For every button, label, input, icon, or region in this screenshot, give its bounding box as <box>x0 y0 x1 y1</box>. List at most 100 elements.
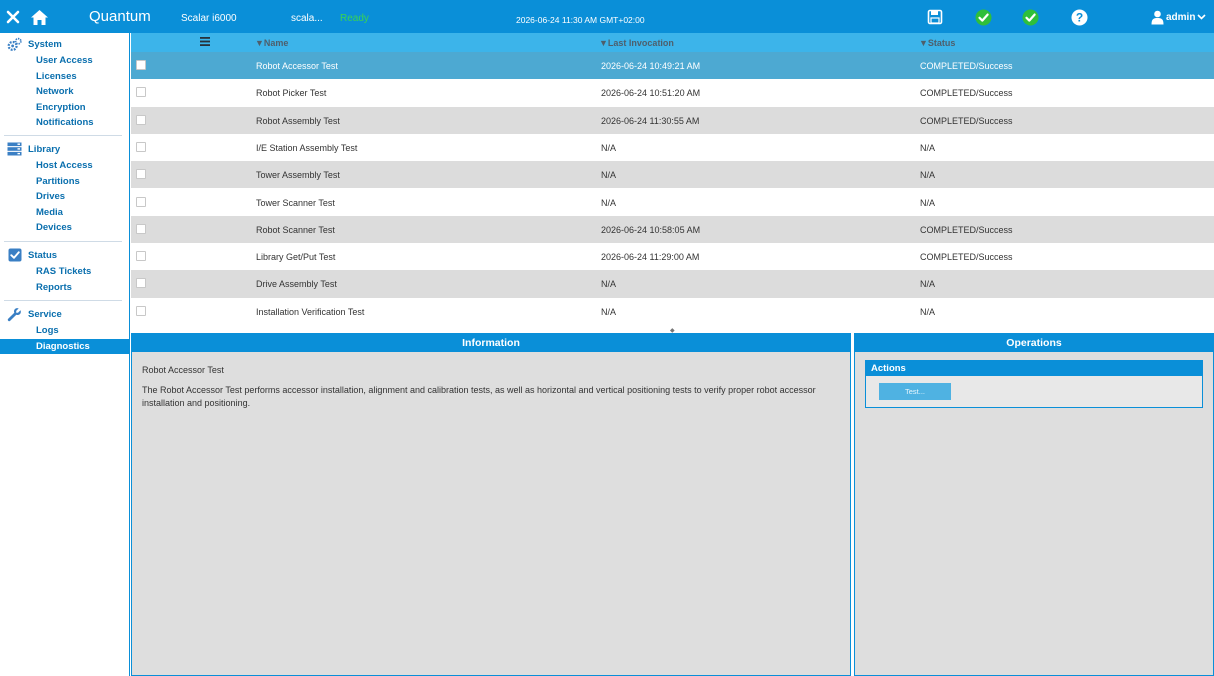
actions-group: Actions Test... <box>865 360 1203 408</box>
panel-splitter[interactable]: ◆ <box>131 326 1214 334</box>
table-header: ▼Name ▼Last Invocation ▼Status <box>131 33 1214 52</box>
library-icon <box>7 142 22 157</box>
library-name: scala... <box>291 13 323 24</box>
cell-status: N/A <box>920 170 936 181</box>
cell-status: COMPLETED/Success <box>920 115 1013 126</box>
table-row[interactable]: Drive Assembly Test N/A N/A <box>131 270 1214 298</box>
selected-test-name: Robot Accessor Test <box>142 365 224 375</box>
row-checkbox[interactable] <box>136 114 146 125</box>
sidebar-title: System <box>28 38 62 50</box>
user-menu[interactable]: admin <box>1151 9 1207 25</box>
cell-name: Tower Scanner Test <box>256 197 335 208</box>
sidebar-item-encryption[interactable]: Encryption <box>0 100 129 116</box>
cell-last-invocation: N/A <box>601 197 617 208</box>
table-row[interactable]: Installation Verification Test N/A N/A <box>131 297 1214 325</box>
cell-last-invocation: N/A <box>601 306 617 317</box>
row-checkbox[interactable] <box>136 87 146 98</box>
help-icon[interactable]: ? <box>1070 8 1088 26</box>
cell-last-invocation: 2026-06-24 11:29:00 AM <box>601 252 700 263</box>
row-checkbox[interactable] <box>136 60 146 70</box>
cell-name: Robot Accessor Test <box>256 61 338 71</box>
svg-text:?: ? <box>1075 10 1082 24</box>
sidebar-item-logs[interactable]: Logs <box>0 323 129 339</box>
test-description: The Robot Accessor Test performs accesso… <box>142 385 816 408</box>
cell-name: Drive Assembly Test <box>256 279 337 290</box>
cell-status: COMPLETED/Success <box>920 61 1013 71</box>
row-checkbox[interactable] <box>136 278 146 289</box>
cell-name: Library Get/Put Test <box>256 252 336 263</box>
user-icon <box>1151 10 1164 24</box>
table-row[interactable]: Library Get/Put Test 2026-06-24 11:29:00… <box>131 243 1214 271</box>
sidebar-title: Library <box>28 143 61 155</box>
table-row[interactable]: I/E Station Assembly Test N/A N/A <box>131 133 1214 162</box>
cell-last-invocation: 2026-06-24 10:49:21 AM <box>601 61 701 71</box>
sidebar-title: Status <box>28 249 58 261</box>
sidebar-item-reports[interactable]: Reports <box>0 280 129 296</box>
table-row[interactable]: Tower Assembly Test N/A N/A <box>131 161 1214 189</box>
information-panel: Information Robot Accessor Test The Robo… <box>131 333 851 676</box>
save-icon[interactable] <box>926 8 944 26</box>
filter-icon: ▼ <box>255 38 264 48</box>
sidebar-section-service: Service Logs Diagnostics <box>0 305 129 355</box>
sidebar-item-notifications[interactable]: Notifications <box>0 115 129 131</box>
table-row[interactable]: Robot Picker Test 2026-06-24 10:51:20 AM… <box>131 79 1214 107</box>
sidebar: System User Access Licenses Network Encr… <box>0 33 130 676</box>
check-status-icon[interactable] <box>1021 8 1039 26</box>
diagnostics-table: ▼Name ▼Last Invocation ▼Status Robot Acc… <box>131 33 1214 326</box>
cell-status: N/A <box>920 306 936 317</box>
sidebar-item-licenses[interactable]: Licenses <box>0 69 129 85</box>
sidebar-item-ras-tickets[interactable]: RAS Tickets <box>0 264 129 280</box>
sidebar-header-library[interactable]: Library <box>0 140 129 158</box>
column-header-status[interactable]: ▼Status <box>919 38 955 48</box>
sidebar-header-status[interactable]: Status <box>0 246 129 264</box>
row-checkbox[interactable] <box>136 141 146 152</box>
check-status-icon[interactable] <box>974 8 992 26</box>
cell-last-invocation: N/A <box>601 170 617 181</box>
sidebar-item-partitions[interactable]: Partitions <box>0 174 129 190</box>
sidebar-header-system[interactable]: System <box>0 35 129 53</box>
cell-last-invocation: N/A <box>601 142 617 153</box>
row-checkbox[interactable] <box>136 196 146 207</box>
checkbox-icon <box>7 248 22 263</box>
date-time: 2026-06-24 11:30 AM GMT+02:00 <box>516 15 645 25</box>
library-state: Ready <box>340 13 369 24</box>
table-row[interactable]: Robot Assembly Test 2026-06-24 11:30:55 … <box>131 106 1214 134</box>
row-checkbox[interactable] <box>136 251 146 262</box>
brand-logo: Quantum <box>89 8 151 25</box>
filter-icon: ▼ <box>919 38 928 48</box>
library-model: Scalar i6000 <box>181 13 237 24</box>
cell-status: COMPLETED/Success <box>920 252 1013 263</box>
sidebar-divider <box>4 135 122 136</box>
cell-status: N/A <box>920 279 936 290</box>
cell-last-invocation: N/A <box>601 279 617 290</box>
cell-status: COMPLETED/Success <box>920 224 1013 235</box>
actions-title: Actions <box>866 361 1202 376</box>
test-button[interactable]: Test... <box>879 383 951 400</box>
sidebar-item-network[interactable]: Network <box>0 84 129 100</box>
column-header-last-invocation[interactable]: ▼Last Invocation <box>599 38 674 48</box>
sidebar-section-library: Library Host Access Partitions Drives Me… <box>0 140 129 236</box>
cell-last-invocation: 2026-06-24 10:58:05 AM <box>601 224 701 235</box>
column-menu-icon[interactable] <box>200 37 212 48</box>
sidebar-item-devices[interactable]: Devices <box>0 220 129 236</box>
sidebar-item-user-access[interactable]: User Access <box>0 53 129 69</box>
wrench-icon <box>7 307 22 322</box>
row-checkbox[interactable] <box>136 223 146 234</box>
sidebar-item-host-access[interactable]: Host Access <box>0 158 129 174</box>
close-icon[interactable] <box>5 8 21 26</box>
sidebar-header-service[interactable]: Service <box>0 305 129 323</box>
cell-last-invocation: 2026-06-24 11:30:55 AM <box>601 115 700 126</box>
top-bar: Quantum Scalar i6000 scala... Ready 2026… <box>0 0 1214 33</box>
sidebar-item-diagnostics[interactable]: Diagnostics <box>0 338 129 355</box>
sidebar-item-media[interactable]: Media <box>0 205 129 221</box>
row-checkbox[interactable] <box>136 305 146 316</box>
table-row[interactable]: Tower Scanner Test N/A N/A <box>131 188 1214 216</box>
table-row[interactable]: Robot Scanner Test 2026-06-24 10:58:05 A… <box>131 215 1214 244</box>
information-panel-title: Information <box>132 334 850 352</box>
sidebar-item-drives[interactable]: Drives <box>0 189 129 205</box>
column-header-name[interactable]: ▼Name <box>255 38 288 48</box>
row-checkbox[interactable] <box>136 169 146 180</box>
home-icon[interactable] <box>29 8 49 26</box>
cell-name: Robot Picker Test <box>256 88 327 99</box>
table-row[interactable]: Robot Accessor Test 2026-06-24 10:49:21 … <box>131 52 1214 80</box>
